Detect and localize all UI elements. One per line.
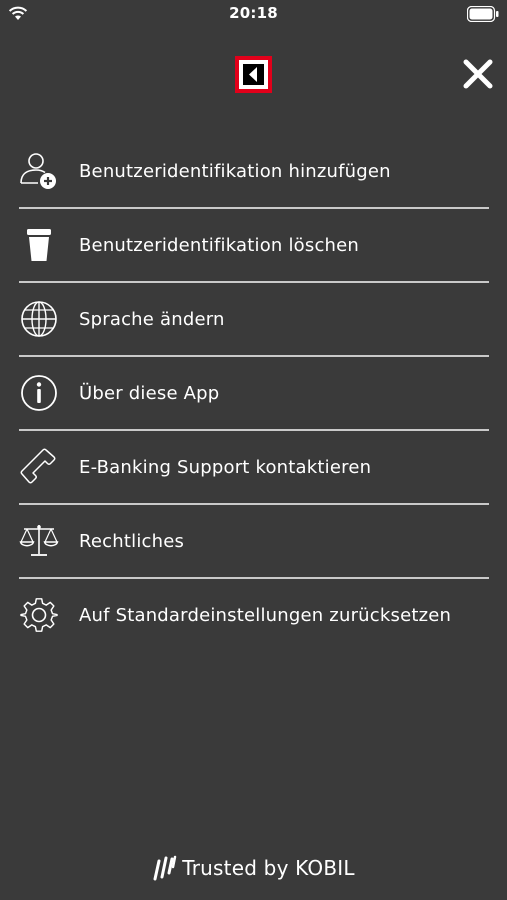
menu-item-delete-user[interactable]: Benutzeridentifikation löschen	[19, 209, 489, 283]
scales-icon	[19, 521, 59, 561]
menu-screen: { "status_bar": { "time": "20:18", "wifi…	[0, 0, 507, 900]
menu-item-legal[interactable]: Rechtliches	[19, 505, 489, 579]
bank-logo-icon	[235, 56, 272, 93]
globe-icon	[19, 299, 59, 339]
menu-item-label: Benutzeridentifikation hinzufügen	[79, 160, 391, 182]
kobil-icon	[153, 855, 177, 881]
menu-item-label: Über diese App	[79, 382, 220, 404]
menu-item-label: Rechtliches	[79, 530, 185, 552]
footer: Trusted by KOBIL	[0, 850, 507, 886]
battery-icon	[467, 6, 499, 22]
menu-item-reset[interactable]: Auf Standardeinstellungen zurücksetzen	[19, 579, 489, 651]
menu-item-label: Sprache ändern	[79, 308, 225, 330]
close-button[interactable]	[458, 54, 498, 94]
trash-icon	[19, 225, 59, 265]
phone-icon	[19, 447, 59, 487]
gear-icon	[19, 595, 59, 635]
status-bar: 20:18	[0, 0, 507, 28]
footer-text: Trusted by KOBIL	[182, 856, 355, 880]
menu-item-label: Benutzeridentifikation löschen	[79, 234, 360, 256]
menu-item-support[interactable]: E-Banking Support kontaktieren	[19, 431, 489, 505]
menu-item-label: Auf Standardeinstellungen zurücksetzen	[79, 604, 452, 626]
menu-item-label: E-Banking Support kontaktieren	[79, 456, 372, 478]
info-icon	[19, 373, 59, 413]
menu-item-add-user[interactable]: Benutzeridentifikation hinzufügen	[19, 135, 489, 209]
close-icon	[463, 59, 493, 89]
menu-item-about[interactable]: Über diese App	[19, 357, 489, 431]
menu-item-language[interactable]: Sprache ändern	[19, 283, 489, 357]
status-time: 20:18	[229, 4, 278, 22]
add-user-icon	[19, 151, 59, 191]
settings-menu: Benutzeridentifikation hinzufügen Benutz…	[19, 135, 489, 651]
